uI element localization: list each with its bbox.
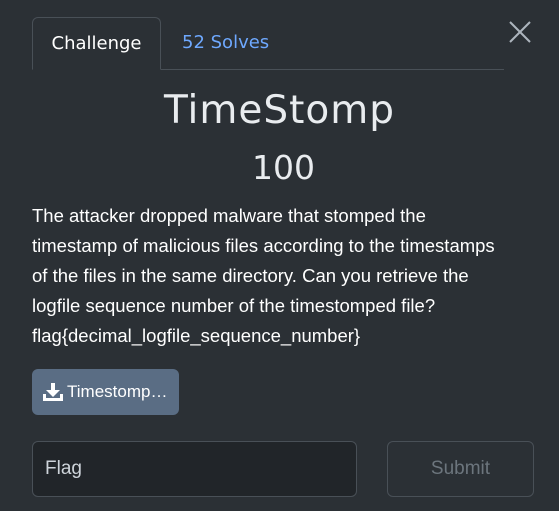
description-line: timestamp of malicious files according t… [32, 235, 495, 256]
challenge-title: TimeStomp [163, 88, 396, 133]
tab-bar: Challenge 52 Solves [32, 17, 504, 70]
close-button[interactable] [507, 19, 533, 45]
challenge-points: 100 [252, 148, 315, 187]
description-line: The attacker dropped malware that stompe… [32, 205, 426, 226]
submit-button[interactable]: Submit [387, 441, 534, 497]
description-line: of the files in the same directory. Can … [32, 265, 469, 286]
download-icon [42, 382, 64, 402]
download-file-button[interactable]: Timestomp… [32, 369, 179, 415]
flag-input[interactable] [32, 441, 357, 497]
download-file-label: Timestomp… [67, 382, 168, 401]
description-line: logfile sequence number of the timestomp… [32, 295, 436, 316]
challenge-description: The attacker dropped malware that stompe… [32, 201, 532, 351]
close-icon [509, 21, 531, 43]
tab-challenge[interactable]: Challenge [32, 17, 161, 70]
challenge-modal: Challenge 52 Solves TimeStomp 100 The at… [0, 0, 559, 511]
description-line: flag{decimal_logfile_sequence_number} [32, 325, 361, 346]
tab-solves[interactable]: 52 Solves [182, 17, 269, 69]
